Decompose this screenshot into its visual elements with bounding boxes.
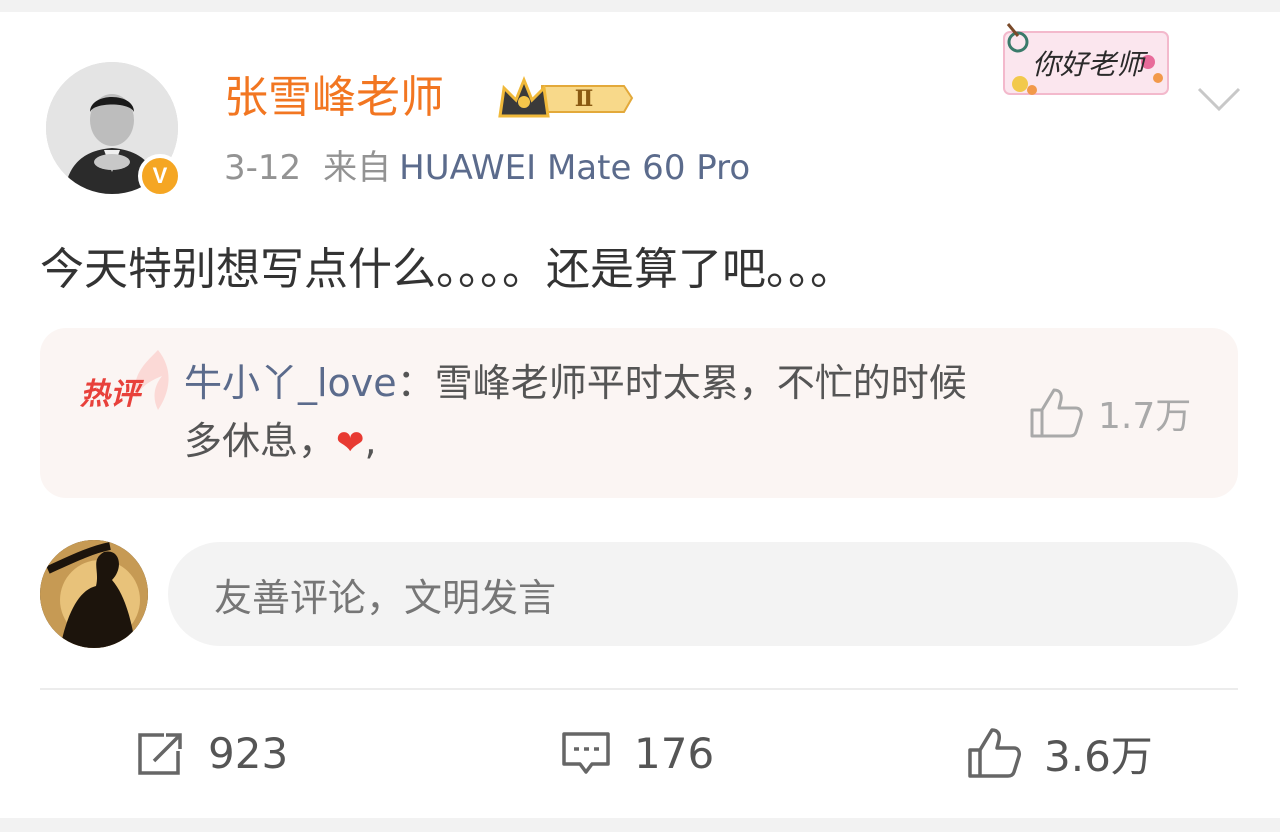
thumb-up-icon [1030,388,1083,438]
repost-icon [138,733,182,775]
like-count: 3.6万 [1044,731,1153,781]
sticker-text: 你好老师 [1032,48,1149,81]
hot-comment[interactable]: 热评 牛小丫_love：雪峰老师平时太累，不忙的时候多休息，❤, 1.7万 [40,328,1238,498]
comment-input[interactable]: 友善评论，文明发言 [168,542,1238,646]
post-content: 今天特别想写点什么。。。。还是算了吧。。。 [40,244,854,295]
decor-sticker: 你好老师 [1003,23,1169,95]
chevron-down-icon[interactable] [1196,84,1242,114]
repost-count: 923 [208,728,289,778]
hot-comment-tail: , [364,419,377,463]
comment-icon [562,732,610,774]
thumb-up-icon [968,728,1021,778]
heart-emoji: ❤ [336,423,365,463]
source-prefix: 来自 [323,148,392,188]
comment-button[interactable]: 176 [560,718,714,788]
author-name[interactable]: 张雪峰老师 [224,70,444,126]
device-link[interactable]: HUAWEI Mate 60 Pro [399,148,750,188]
verified-v-icon: V [138,154,182,198]
crown-icon[interactable]: Ⅱ [496,72,636,124]
like-button[interactable]: 3.6万 [966,718,1153,788]
hot-comment-icon: 热评 [79,350,169,412]
current-user-avatar[interactable] [40,540,148,648]
hot-comment-user[interactable]: 牛小丫_love [184,361,397,405]
post-meta: 3-12 来自 HUAWEI Mate 60 Pro [224,146,750,190]
repost-button[interactable]: 923 [134,718,288,788]
comment-placeholder: 友善评论，文明发言 [214,575,557,620]
hot-comment-like-count: 1.7万 [1098,396,1192,437]
vip-level-text: Ⅱ [575,86,594,112]
comment-count: 176 [634,728,715,778]
hot-comment-separator: ： [396,361,435,405]
hot-tag: 热评 [79,377,145,412]
weibo-post-card: V 张雪峰老师 Ⅱ 3-12 来自 HUAWEI Mate 60 Pro 你好老师 … [0,12,1280,818]
hot-comment-like-button[interactable]: 1.7万 [1028,386,1191,440]
hot-comment-text: 牛小丫_love：雪峰老师平时太累，不忙的时候多休息，❤, [184,354,1004,472]
divider [40,688,1238,690]
post-date: 3-12 [224,148,302,188]
